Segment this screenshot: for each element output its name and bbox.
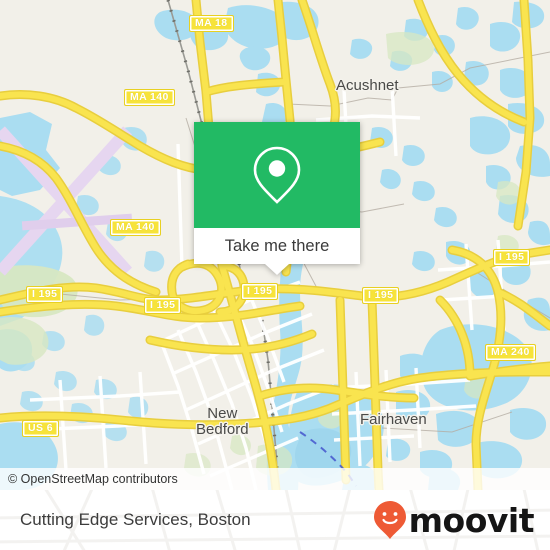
moovit-pin-icon [373,501,406,539]
highway-shield-i-195-fareast[interactable]: I 195 [493,249,531,266]
map-canvas[interactable]: Acushnet New Bedford Fairhaven MA 18 MA … [0,0,550,490]
callout-pointer [265,264,289,275]
osm-attribution[interactable]: © OpenStreetMap contributors [0,468,550,490]
moovit-wordmark: moovit [408,500,535,540]
take-me-there-button[interactable]: Take me there [194,228,360,264]
highway-shield-ma-140-north[interactable]: MA 140 [124,89,175,106]
highway-shield-ma-18[interactable]: MA 18 [189,15,234,32]
place-label-fairhaven: Fairhaven [360,411,427,428]
place-label-new-bedford: New Bedford [196,406,249,438]
place-label-new-bedford-line1: New [207,405,238,422]
place-label-new-bedford-line2: Bedford [196,421,249,438]
map-pin-icon [253,146,301,204]
highway-shield-i-195-westcentral[interactable]: I 195 [144,297,182,314]
footer-bar: Cutting Edge Services, Boston moovit [0,490,550,550]
moovit-logo[interactable]: moovit [373,490,535,550]
highway-shield-us-6[interactable]: US 6 [22,420,59,437]
callout-pin-panel [194,122,360,228]
highway-shield-i-195-east[interactable]: I 195 [362,287,400,304]
highway-shield-i-195-central[interactable]: I 195 [241,283,279,300]
highway-shield-ma-240[interactable]: MA 240 [485,344,536,361]
highway-shield-ma-140-south[interactable]: MA 140 [110,219,161,236]
place-label-acushnet: Acushnet [336,77,399,94]
page-title: Cutting Edge Services, Boston [20,510,251,529]
screenshot-root: Acushnet New Bedford Fairhaven MA 18 MA … [0,0,550,550]
highway-shield-i-195-west[interactable]: I 195 [26,286,64,303]
take-me-there-callout[interactable]: Take me there [194,122,360,275]
